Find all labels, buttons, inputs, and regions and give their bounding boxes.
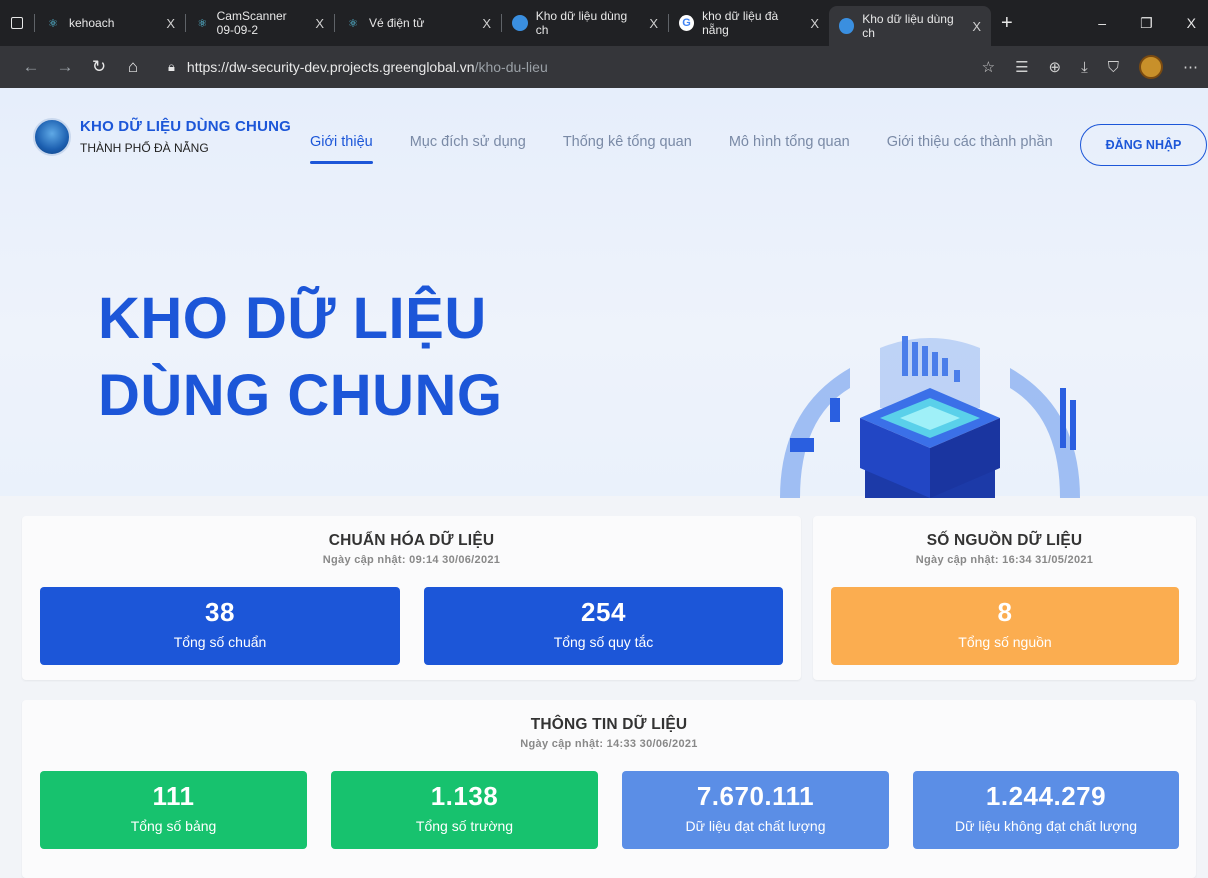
- close-icon[interactable]: X: [972, 19, 981, 34]
- stat-label: Tổng số nguồn: [958, 634, 1052, 650]
- tab-kho-du-lieu-1[interactable]: Kho dữ liệu dùng ch X: [502, 5, 668, 41]
- stat-label: Tổng số chuẩn: [173, 634, 267, 650]
- avatar[interactable]: [1139, 55, 1163, 79]
- brand[interactable]: KHO DỮ LIỆU DÙNG CHUNG THÀNH PHỐ ĐÀ NẴNG: [80, 118, 291, 155]
- forward-icon[interactable]: →: [48, 57, 82, 77]
- stat-value: 111: [152, 781, 195, 811]
- back-icon[interactable]: ←: [14, 57, 48, 77]
- stat-quality-data[interactable]: 7.670.111 Dữ liệu đạt chất lượng: [622, 771, 889, 849]
- stat-total-rules[interactable]: 254 Tổng số quy tắc: [424, 587, 783, 665]
- tab-title: Kho dữ liệu dùng ch: [535, 9, 628, 37]
- tab-camscanner[interactable]: ⚛ CamScanner 09-09-2 X: [186, 5, 334, 41]
- close-window-icon[interactable]: X: [1187, 15, 1196, 32]
- stat-value: 8: [997, 597, 1013, 627]
- tab-title: Kho dữ liệu dùng ch: [862, 12, 954, 40]
- reload-icon[interactable]: ↻: [82, 57, 116, 77]
- brand-subtitle: THÀNH PHỐ ĐÀ NẴNG: [80, 141, 209, 155]
- react-icon: ⚛: [197, 17, 208, 30]
- tab-kehoach[interactable]: ⚛ kehoach X: [35, 5, 185, 41]
- hero-section: KHO DỮ LIỆU DÙNG CHUNG THÀNH PHỐ ĐÀ NẴNG…: [0, 88, 1208, 498]
- data-warehouse-illustration: [780, 336, 1080, 498]
- sources-card: SỐ NGUỒN DỮ LIỆU Ngày cập nhật: 16:34 31…: [813, 516, 1196, 680]
- standardization-card: CHUẨN HÓA DỮ LIỆU Ngày cập nhật: 09:14 3…: [22, 516, 801, 680]
- favorites-list-icon[interactable]: ☰: [1015, 58, 1028, 76]
- stat-total-sources[interactable]: 8 Tổng số nguồn: [831, 587, 1179, 665]
- site-header: KHO DỮ LIỆU DÙNG CHUNG THÀNH PHỐ ĐÀ NẴNG…: [0, 110, 1208, 170]
- close-icon[interactable]: X: [810, 16, 819, 31]
- collections-icon[interactable]: ⊕: [1049, 58, 1062, 76]
- url-path: /kho-du-lieu: [474, 59, 548, 75]
- menu-item-muc-dich[interactable]: Mục đích sử dụng: [410, 134, 526, 150]
- tab-title: CamScanner 09-09-2: [216, 9, 287, 37]
- extensions-icon[interactable]: ⛉: [1108, 59, 1119, 76]
- card-updated: Ngày cập nhật: 14:33 30/06/2021: [520, 738, 698, 750]
- page-content: KHO DỮ LIỆU DÙNG CHUNG THÀNH PHỐ ĐÀ NẴNG…: [0, 88, 1208, 878]
- site-logo[interactable]: [33, 118, 71, 156]
- window-controls: – ❐ X: [1098, 15, 1208, 32]
- browser-toolbar: ← → ↻ ⌂ 🔒︎ https://dw-security-dev.proje…: [0, 46, 1208, 88]
- minimize-icon[interactable]: –: [1098, 15, 1106, 32]
- react-icon: ⚛: [48, 17, 58, 30]
- restore-icon[interactable]: ❐: [1140, 15, 1153, 32]
- tab-kho-du-lieu-active[interactable]: Kho dữ liệu dùng ch X: [829, 6, 991, 46]
- close-icon[interactable]: X: [166, 16, 175, 31]
- data-info-card: THÔNG TIN DỮ LIỆU Ngày cập nhật: 14:33 3…: [22, 700, 1196, 878]
- react-icon: ⚛: [348, 17, 358, 30]
- more-icon[interactable]: ⋯: [1183, 58, 1198, 76]
- download-icon[interactable]: ⤓: [1081, 59, 1088, 76]
- stat-value: 38: [205, 597, 235, 627]
- favorite-icon[interactable]: ☆: [982, 58, 995, 76]
- home-icon[interactable]: ⌂: [116, 57, 150, 77]
- stat-total-standards[interactable]: 38 Tổng số chuẩn: [40, 587, 400, 665]
- tab-title: kho dữ liệu đà nẵng: [702, 9, 779, 37]
- main-menu: Giới thiệu Mục đích sử dụng Thống kê tổn…: [310, 134, 1053, 164]
- menu-item-mo-hinh[interactable]: Mô hình tổng quan: [729, 134, 850, 150]
- close-icon[interactable]: X: [482, 16, 491, 31]
- tab-actions-icon[interactable]: [0, 5, 34, 41]
- stat-label: Tổng số bảng: [130, 818, 217, 834]
- hero-title-line-1: KHO DỮ LIỆU: [98, 286, 487, 351]
- url-host: https://dw-security-dev.projects.greengl…: [186, 59, 475, 75]
- card-title: CHUẨN HÓA DỮ LIỆU: [328, 532, 495, 549]
- card-updated: Ngày cập nhật: 09:14 30/06/2021: [322, 554, 501, 566]
- login-button[interactable]: ĐĂNG NHẬP: [1080, 124, 1207, 166]
- browser-tab-bar: ⚛ kehoach X ⚛ CamScanner 09-09-2 X ⚛ Vé …: [0, 0, 1208, 46]
- brand-title: KHO DỮ LIỆU DÙNG CHUNG: [80, 118, 292, 135]
- stat-label: Tổng số quy tắc: [553, 634, 654, 650]
- address-bar[interactable]: 🔒︎ https://dw-security-dev.projects.gree…: [168, 59, 548, 75]
- menu-item-thanh-phan[interactable]: Giới thiệu các thành phần: [887, 134, 1053, 150]
- tab-ve-dien-tu[interactable]: ⚛ Vé điện tử X: [335, 5, 501, 41]
- tab-google-search[interactable]: G kho dữ liệu đà nẵng X: [669, 5, 829, 41]
- menu-item-gioi-thieu[interactable]: Giới thiệu: [310, 134, 373, 164]
- stat-label: Tổng số trường: [415, 818, 514, 834]
- stat-label: Dữ liệu đạt chất lượng: [685, 818, 826, 834]
- stat-value: 1.244.279: [985, 781, 1107, 811]
- card-title: THÔNG TIN DỮ LIỆU: [530, 716, 688, 733]
- close-icon[interactable]: X: [649, 16, 658, 31]
- site-icon: [839, 18, 855, 34]
- stat-non-quality-data[interactable]: 1.244.279 Dữ liệu không đạt chất lượng: [913, 771, 1179, 849]
- stat-total-fields[interactable]: 1.138 Tổng số trường: [331, 771, 598, 849]
- stat-value: 7.670.111: [696, 781, 815, 811]
- new-tab-button[interactable]: +: [991, 5, 1021, 41]
- google-icon: G: [679, 15, 695, 31]
- stat-value: 1.138: [430, 781, 499, 811]
- site-icon: [512, 15, 528, 31]
- card-title: SỐ NGUỒN DỮ LIỆU: [926, 532, 1083, 549]
- close-icon[interactable]: X: [315, 16, 324, 31]
- tab-title: Vé điện tử: [369, 16, 425, 30]
- tab-title: kehoach: [69, 16, 115, 30]
- stat-value: 254: [581, 597, 626, 627]
- stat-total-tables[interactable]: 111 Tổng số bảng: [40, 771, 307, 849]
- hero-title-line-2: DÙNG CHUNG: [98, 363, 503, 428]
- card-updated: Ngày cập nhật: 16:34 31/05/2021: [915, 554, 1094, 566]
- menu-item-thong-ke[interactable]: Thống kê tổng quan: [563, 134, 692, 150]
- lock-icon[interactable]: 🔒︎: [168, 59, 175, 75]
- hero-title: KHO DỮ LIỆU DÙNG CHUNG: [98, 280, 503, 434]
- stat-label: Dữ liệu không đạt chất lượng: [954, 818, 1138, 834]
